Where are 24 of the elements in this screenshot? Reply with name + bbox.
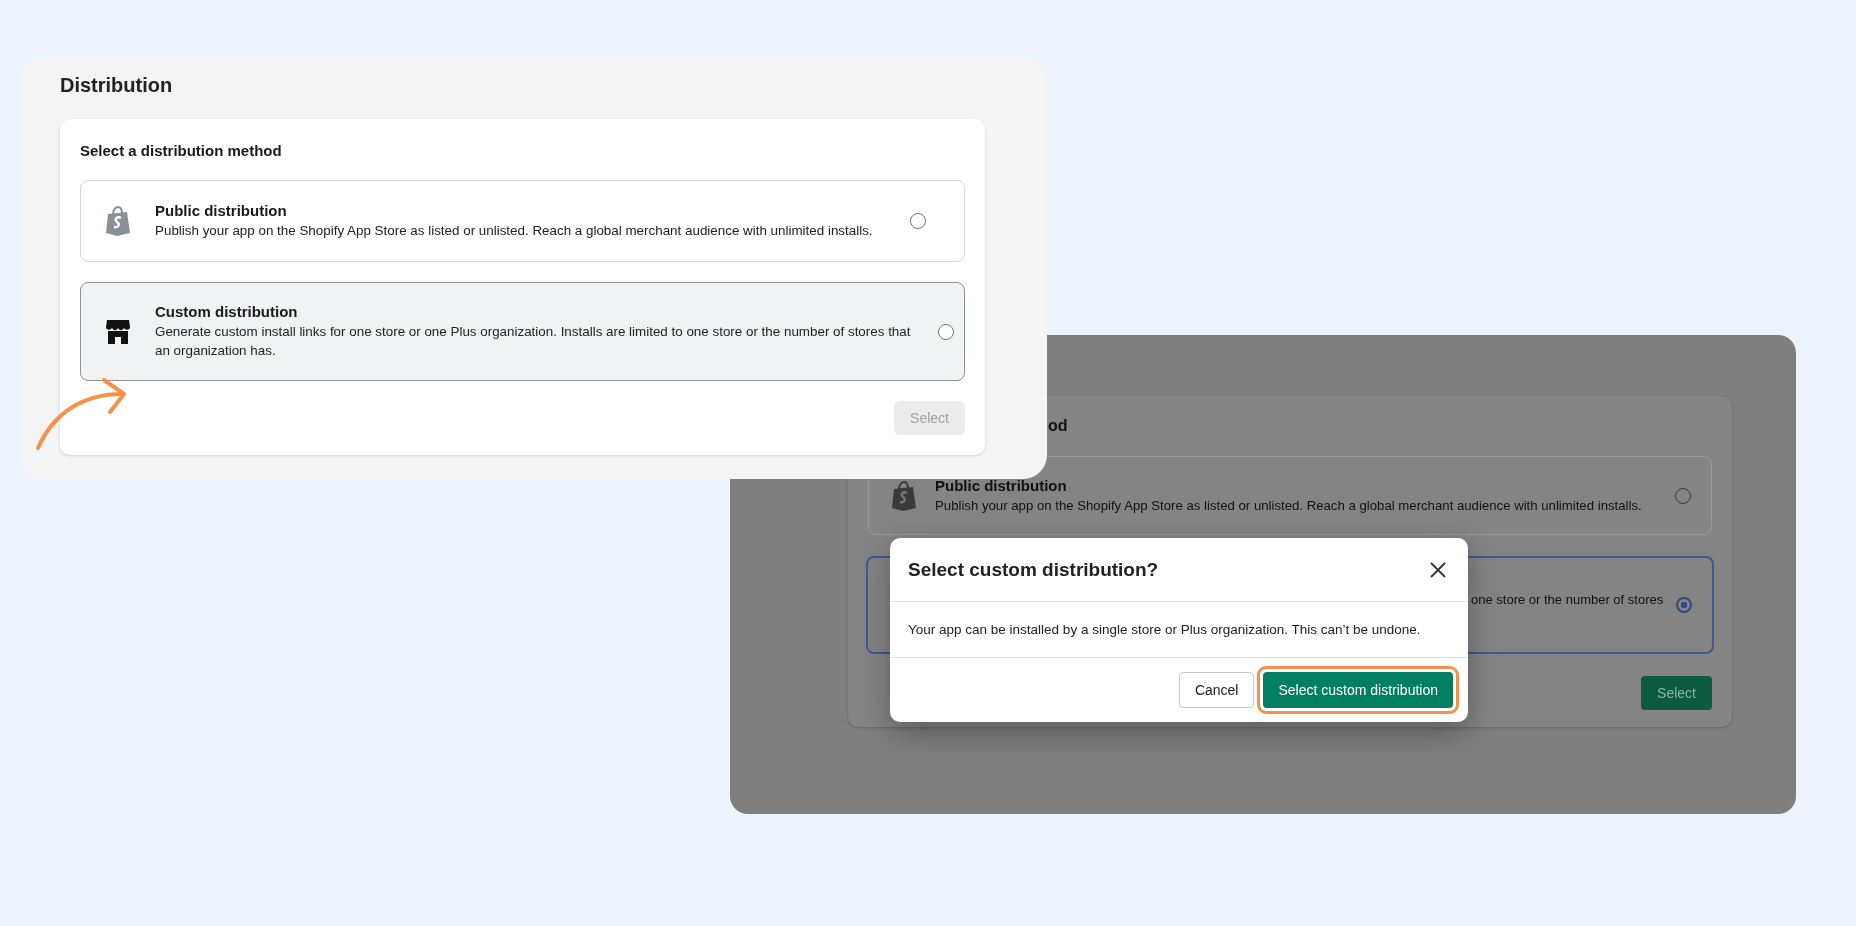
- card-heading: Select a distribution method: [80, 142, 283, 159]
- shopping-bag-icon: [105, 206, 131, 236]
- radio-button[interactable]: [938, 323, 954, 340]
- section-title: Distribution: [60, 74, 174, 97]
- option-title: Public distribution: [155, 202, 288, 219]
- option-description: Generate custom install links for one store or one Plus organization. Installs are limited to one store or the number of stores that an organization has.: [155, 323, 912, 360]
- option-description: Publish your app on the Shopify App Store as listed or unlisted. Reach a global merchant audience with unlimited installs.: [935, 496, 1643, 515]
- option-description: Publish your app on the Shopify App Store as listed or unlisted. Reach a global merchant audience with unlimited installs.: [155, 222, 874, 240]
- radio-button[interactable]: [1676, 597, 1692, 613]
- cancel-button[interactable]: Cancel: [1178, 672, 1255, 708]
- storefront-icon: [105, 318, 131, 345]
- distribution-option[interactable]: Public distribution Publish your app on the Shopify App Store as listed or unlisted. Reach a global merchant audience with unlimited installs.: [80, 180, 965, 262]
- dialog-message: Your app can be installed by a single store or Plus organization. This can’t be undone.: [908, 622, 1421, 637]
- distribution-option[interactable]: Custom distribution Generate custom install links for one store or one Plus organization. Installs are limited to one store or the number of stores that an organization has.: [80, 282, 965, 381]
- option-title: Custom distribution: [155, 303, 299, 320]
- card-heading: od: [1048, 417, 1068, 435]
- select-button[interactable]: Select: [1641, 676, 1712, 710]
- shopping-bag-icon: [891, 480, 917, 511]
- option-description: one store or the number of stores: [1471, 592, 1664, 607]
- confirm-button[interactable]: Select custom distribution: [1263, 672, 1453, 708]
- dialog-title: Select custom distribution?: [908, 558, 1159, 581]
- radio-button[interactable]: [910, 213, 926, 229]
- close-icon[interactable]: [1430, 561, 1446, 578]
- option-title: Public distribution: [935, 476, 1068, 494]
